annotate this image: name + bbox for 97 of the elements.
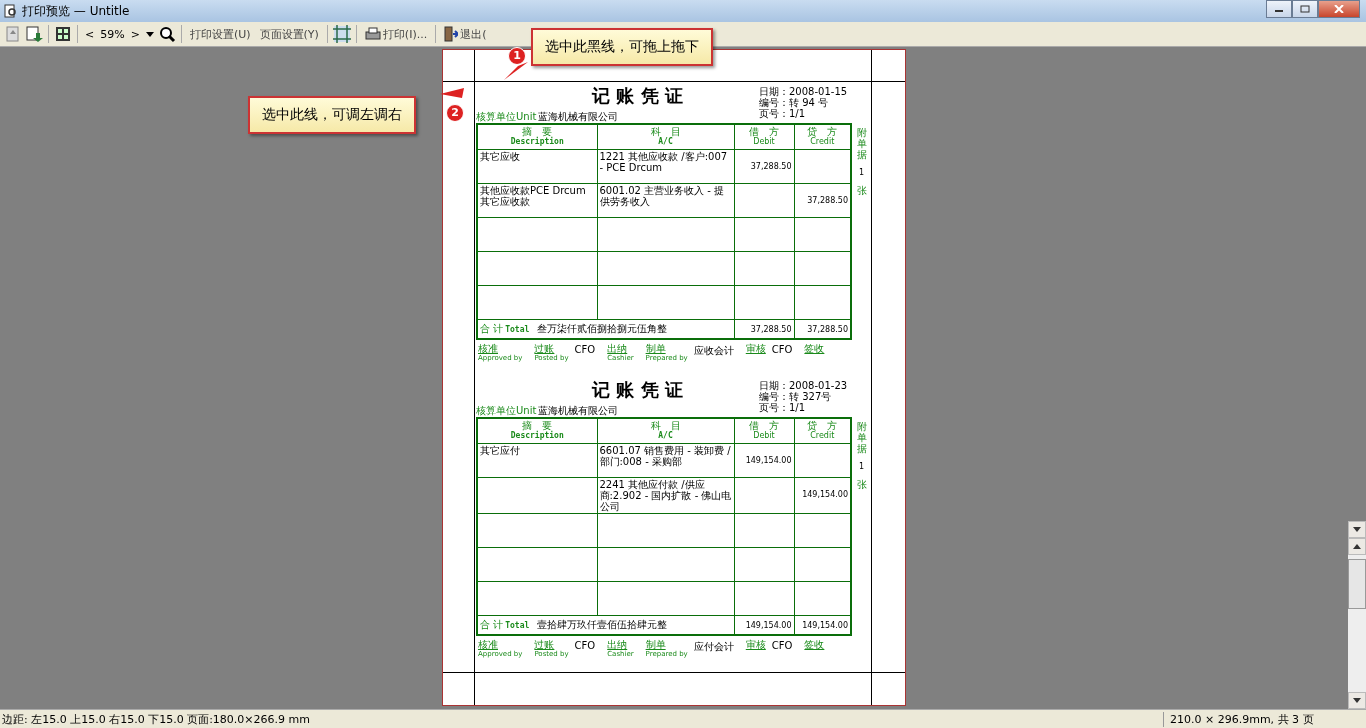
amount-in-words: 叁万柒仟贰佰捌拾捌元伍角整 bbox=[537, 323, 668, 334]
door-icon bbox=[444, 26, 459, 42]
table-cell: 其他应收款PCE Drcum其它应收款 bbox=[477, 183, 597, 218]
signature-label: 过账 bbox=[534, 344, 555, 354]
amount-in-words: 壹拾肆万玖仟壹佰伍拾肆元整 bbox=[537, 619, 668, 630]
close-icon bbox=[1334, 5, 1344, 13]
table-cell bbox=[734, 183, 794, 218]
print-button[interactable]: 打印(I)... bbox=[361, 25, 431, 43]
close-button[interactable] bbox=[1318, 0, 1360, 18]
zoom-dropdown[interactable]: < 59% > bbox=[83, 27, 142, 41]
column-header: 摘 要 Description bbox=[477, 124, 597, 150]
table-cell bbox=[734, 217, 794, 252]
company-name: 蓝海机械有限公司 bbox=[538, 404, 619, 418]
signature-label: 制单 bbox=[645, 344, 666, 354]
table-cell bbox=[734, 285, 794, 320]
zoom-icon[interactable] bbox=[157, 25, 176, 43]
table-cell: 6601.07 销售费用 - 装卸费 /部门:008 - 采购部 bbox=[597, 443, 734, 478]
column-header: 摘 要 Description bbox=[477, 418, 597, 444]
voucher-number: 编号：转 327号 bbox=[759, 391, 833, 402]
page-number: 页号：1/1 bbox=[759, 402, 807, 413]
voucher-date: 日期：2008-01-15 bbox=[759, 86, 849, 97]
scroll-up-button[interactable] bbox=[1348, 538, 1366, 555]
margins-info: 边距: 左15.0 上15.0 右15.0 下15.0 页面:180.0×266.9 mm bbox=[1, 711, 311, 727]
signature-label: 过账 bbox=[534, 640, 555, 650]
caret-down-icon bbox=[1353, 698, 1361, 703]
table-cell: 6001.02 主营业务收入 - 提供劳务收入 bbox=[597, 183, 734, 218]
maximize-button[interactable] bbox=[1292, 0, 1318, 18]
print-preview-icon bbox=[4, 4, 18, 18]
total-label-en: Total bbox=[505, 324, 530, 335]
signature-label: 核准 bbox=[478, 344, 498, 354]
signature-value: 应收会计 bbox=[693, 344, 734, 358]
caret-down-icon bbox=[1353, 527, 1361, 532]
signature-value: 应付会计 bbox=[693, 640, 734, 654]
caret-up-icon bbox=[1353, 544, 1361, 549]
scroll-thumb[interactable] bbox=[1348, 559, 1366, 609]
attachments-label: 附单据 bbox=[856, 421, 867, 454]
paper-size-info: 210.0 × 296.9mm, 共 3 页 bbox=[1163, 711, 1366, 727]
signature-label: 制单 bbox=[645, 640, 666, 650]
table-cell: 149,154.00 bbox=[734, 443, 794, 478]
voucher-number: 编号：转 94 号 bbox=[759, 97, 830, 108]
window-title: 打印预览 — Untitle bbox=[22, 2, 130, 20]
printer-icon bbox=[364, 27, 381, 41]
voucher-title: 记 账 凭 证 bbox=[590, 84, 684, 108]
page-up-icon[interactable] bbox=[4, 25, 22, 43]
table-cell bbox=[734, 581, 794, 616]
attachments-count: 1 bbox=[858, 168, 865, 177]
scroll-down-button[interactable] bbox=[1348, 521, 1366, 538]
minimize-button[interactable] bbox=[1266, 0, 1292, 18]
column-header: 贷 方 Credit bbox=[794, 418, 851, 444]
table-cell: 其它应付 bbox=[477, 443, 597, 478]
attachments-label: 附单据 bbox=[856, 127, 867, 160]
attachments-count: 1 bbox=[858, 462, 865, 471]
signature-label: 核准 bbox=[478, 640, 498, 650]
attachments-unit: 张 bbox=[856, 479, 867, 490]
signature-label: 签收 bbox=[804, 344, 825, 354]
table-cell bbox=[734, 251, 794, 286]
table-cell: 其它应收 bbox=[477, 149, 597, 184]
signature-value: CFO bbox=[771, 344, 793, 355]
signature-value: CFO bbox=[574, 640, 596, 651]
maximize-icon bbox=[1300, 5, 1310, 13]
table-cell bbox=[734, 477, 794, 514]
signature-label: 审核 bbox=[745, 640, 766, 650]
voucher-date: 日期：2008-01-23 bbox=[759, 380, 849, 391]
signature-label: 签收 bbox=[804, 640, 825, 650]
scroll-down-button[interactable] bbox=[1348, 692, 1366, 709]
company-name: 蓝海机械有限公司 bbox=[538, 110, 619, 124]
page-number: 页号：1/1 bbox=[759, 108, 807, 119]
column-header: 贷 方 Credit bbox=[794, 124, 851, 150]
table-cell: 1221 其他应收款 /客户:007 - PCE Drcum bbox=[597, 149, 734, 184]
page-down-icon[interactable] bbox=[25, 25, 43, 43]
table-cell: 37,288.50 bbox=[734, 149, 794, 184]
column-header: 借 方 Debit bbox=[734, 418, 794, 444]
table-cell bbox=[734, 547, 794, 582]
callout-box: 选中此黑线，可拖上拖下 bbox=[531, 28, 713, 66]
unit-label: 核算单位Unit bbox=[476, 404, 537, 418]
signature-label: 审核 bbox=[745, 344, 766, 354]
table-cell: 2241 其他应付款 /供应商:2.902 - 国内扩散 - 佛山电公司 bbox=[597, 477, 734, 514]
exit-button[interactable]: 退出( bbox=[441, 25, 490, 43]
print-setup-button[interactable]: 打印设置(U) bbox=[186, 25, 254, 43]
page-setup-button[interactable]: 页面设置(Y) bbox=[256, 25, 322, 43]
column-header: 借 方 Debit bbox=[734, 124, 794, 150]
signature-value: CFO bbox=[574, 344, 596, 355]
column-header: 科 目 A/C bbox=[597, 418, 734, 444]
signature-label: 出纳 bbox=[607, 640, 628, 650]
table-cell bbox=[734, 513, 794, 548]
total-label: 合 计 bbox=[480, 619, 504, 630]
signature-label: 出纳 bbox=[607, 344, 628, 354]
total-label: 合 计 bbox=[480, 323, 504, 334]
signature-value: CFO bbox=[771, 640, 793, 651]
multi-page-icon[interactable] bbox=[54, 25, 72, 43]
callout-box: 选中此线，可调左调右 bbox=[248, 96, 416, 134]
unit-label: 核算单位Unit bbox=[476, 110, 537, 124]
column-header: 科 目 A/C bbox=[597, 124, 734, 150]
attachments-unit: 张 bbox=[856, 185, 867, 196]
voucher-title: 记 账 凭 证 bbox=[590, 378, 684, 402]
total-label-en: Total bbox=[505, 620, 530, 631]
margins-icon[interactable] bbox=[332, 25, 351, 43]
